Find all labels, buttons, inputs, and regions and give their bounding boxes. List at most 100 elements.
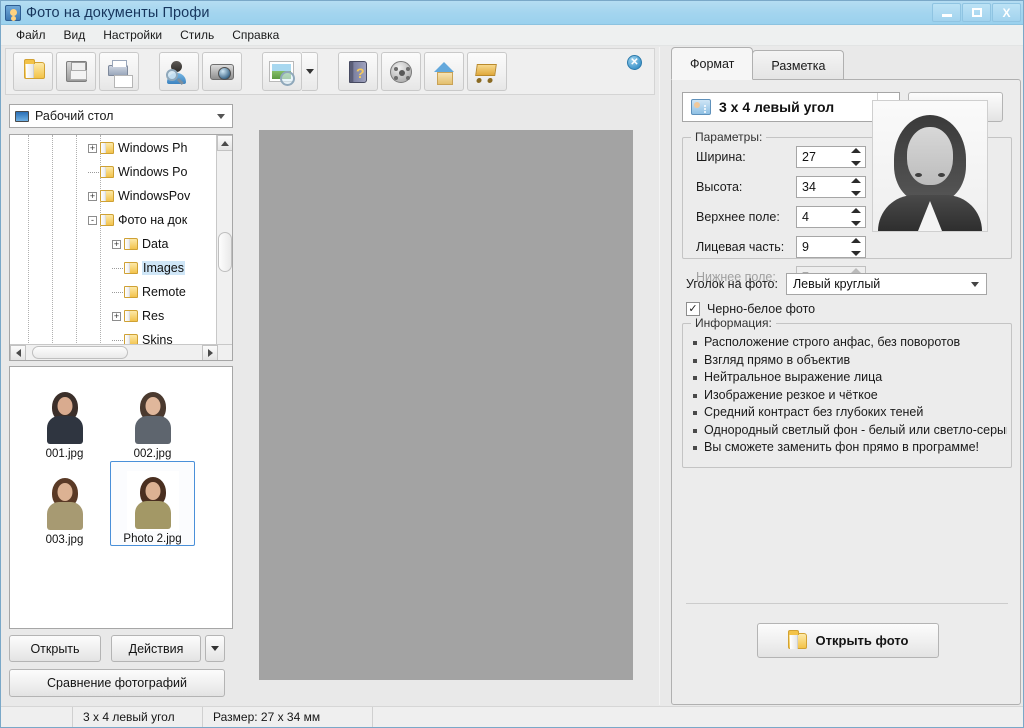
information-item-text: Вы сможете заменить фон прямо в программ… [704,440,980,454]
save-button[interactable] [56,52,96,91]
thumbnail-item[interactable]: Photo 2.jpg [110,461,195,546]
param-value: 9 [802,240,809,254]
tree-item-images[interactable]: Images [112,259,185,277]
location-combo[interactable]: Рабочий стол [9,104,233,128]
thumbnail-list[interactable]: 001.jpg 002.jpg 003.jpg Photo 2.jpg [9,366,233,629]
spinner-up-icon[interactable] [851,238,861,243]
folder-icon [100,142,114,154]
parameters-group-title: Параметры: [691,130,767,144]
chevron-down-icon[interactable] [302,52,318,91]
menu-item-settings[interactable]: Настройки [94,26,171,44]
tree-item-фото-на-док[interactable]: - Фото на док [88,211,187,229]
format-combo[interactable]: 3 x 4 левый угол [682,92,900,122]
information-item-text: Взгляд прямо в объектив [704,352,851,367]
tree-item-label: Фото на док [118,213,188,227]
compare-photos-button[interactable]: Сравнение фотографий [9,669,225,697]
information-item: Расположение строго анфас, без поворотов [691,334,1007,352]
retouch-button[interactable] [159,52,199,91]
tree-item-res[interactable]: + Res [112,307,164,325]
preview-image-button[interactable] [262,52,302,91]
folder-icon [100,214,114,226]
menu-item-style[interactable]: Стиль [171,26,223,44]
bw-checkbox[interactable]: ✓ [686,302,700,316]
expand-icon[interactable]: + [88,191,97,201]
spinner-up-icon[interactable] [851,208,861,213]
spinner-up-icon[interactable] [851,148,861,153]
information-item-text: Нейтральное выражение лица [704,370,883,384]
chevron-down-icon[interactable] [970,282,979,287]
spinner-down-icon[interactable] [851,251,861,256]
chevron-down-icon[interactable] [217,114,225,119]
param-spinner[interactable]: 4 [796,206,866,228]
thumbnail-item[interactable]: 002.jpg [110,375,195,460]
tree-vertical-scrollbar[interactable] [216,135,232,360]
menu-item-view[interactable]: Вид [55,26,95,44]
param-spinner[interactable]: 34 [796,176,866,198]
tree-hscroll-thumb[interactable] [32,346,128,359]
thumbnail-item[interactable]: 003.jpg [22,461,107,546]
param-value: 4 [802,210,809,224]
open-photo-button[interactable]: Открыть фото [757,623,939,658]
maximize-button[interactable] [962,3,991,22]
tree-item-windowspov[interactable]: + WindowsPov [88,187,190,205]
camera-icon [207,58,237,86]
bullet-icon [693,446,697,450]
information-item-text: Однородный светлый фон - белый или светл… [704,422,1007,437]
information-item-text: Средний контраст без глубоких теней [704,405,924,419]
tree-item-windows-ph[interactable]: + Windows Ph [88,139,187,157]
window-title: Фото на документы Профи [26,4,210,21]
param-spinner[interactable]: 27 [796,146,866,168]
scroll-right-icon[interactable] [202,344,218,360]
bullet-icon [693,341,697,345]
information-group-title: Информация: [691,316,776,330]
close-toolbar-icon[interactable]: ✕ [627,55,642,70]
bw-checkbox-row[interactable]: ✓ Черно-белое фото [686,302,815,316]
param-spinner[interactable]: 9 [796,236,866,258]
tree-item-data[interactable]: + Data [112,235,168,253]
close-button[interactable]: X [992,3,1021,22]
collapse-icon[interactable]: - [88,215,97,225]
spinner-up-icon[interactable] [851,178,861,183]
open-folder-button[interactable] [13,52,53,91]
scroll-up-icon[interactable] [217,135,232,151]
folder-icon [100,166,114,178]
help-button[interactable] [338,52,378,91]
title-bar: Фото на документы Профи X [1,1,1023,25]
spinner-down-icon[interactable] [851,221,861,226]
bullet-icon [693,376,697,380]
corner-combo[interactable]: Левый круглый [785,273,987,295]
tree-item-remote[interactable]: Remote [112,283,186,301]
actions-button[interactable]: Действия [111,635,201,662]
spinner-down-icon[interactable] [851,161,861,166]
information-item: Вы сможете заменить фон прямо в программ… [691,439,1007,457]
open-button[interactable]: Открыть [9,635,101,662]
tree-item-label: Remote [142,285,186,299]
tree-item-windows-po[interactable]: Windows Po [88,163,187,181]
expand-icon[interactable]: + [112,311,121,321]
cart-button[interactable] [467,52,507,91]
thumbnail-image [38,472,91,532]
expand-icon[interactable]: + [112,239,121,249]
param-row-2: Верхнее поле: 4 [696,206,866,228]
scroll-left-icon[interactable] [10,344,26,360]
home-button[interactable] [424,52,464,91]
tab-format[interactable]: Формат [671,47,754,80]
menu-item-file[interactable]: Файл [7,26,55,44]
video-button[interactable] [381,52,421,91]
tree-connector [112,339,123,341]
tree-horizontal-scrollbar[interactable] [10,344,232,360]
expand-icon[interactable]: + [88,143,97,153]
information-list: Расположение строго анфас, без поворотов… [691,334,1007,457]
status-bar: 3 x 4 левый угол Размер: 27 x 34 мм [1,706,1023,727]
print-button[interactable] [99,52,139,91]
tree-vscroll-thumb[interactable] [218,232,232,272]
thumbnail-item[interactable]: 001.jpg [22,375,107,460]
spinner-down-icon[interactable] [851,191,861,196]
folder-tree[interactable]: + Windows Ph Windows Po + WindowsPov - Фото на… [9,134,233,361]
photo-canvas[interactable] [259,130,633,680]
menu-item-help[interactable]: Справка [223,26,288,44]
minimize-button[interactable] [932,3,961,22]
actions-dropdown-icon[interactable] [205,635,225,662]
camera-button[interactable] [202,52,242,91]
tab-layout[interactable]: Разметка [752,50,845,80]
